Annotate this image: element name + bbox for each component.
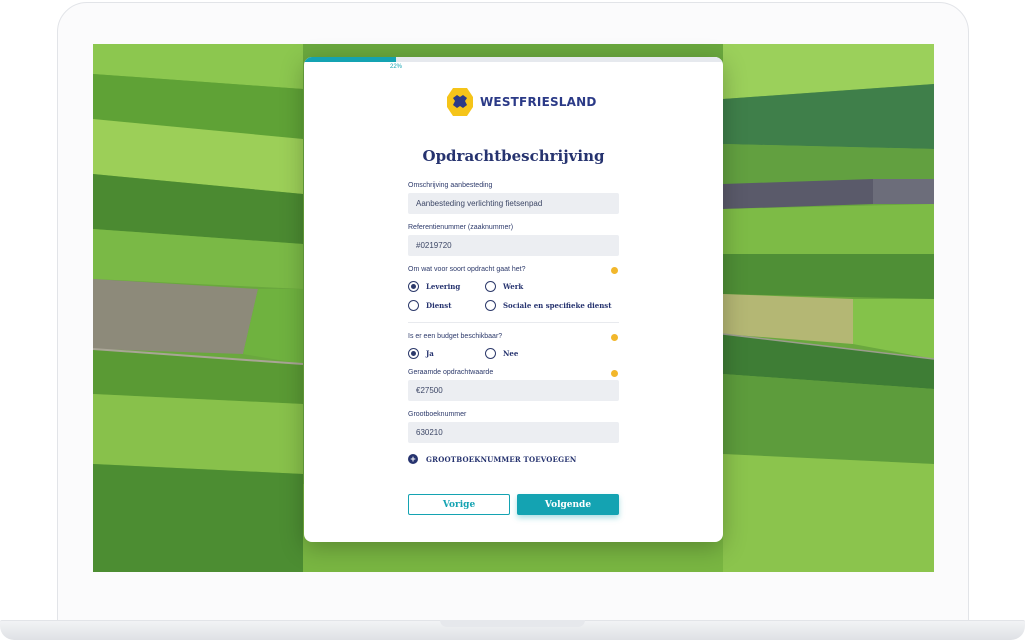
info-icon[interactable] xyxy=(611,370,618,377)
estimated-value-input[interactable] xyxy=(408,380,619,401)
radio-unchecked-icon xyxy=(485,281,496,292)
radio-ja-label: Ja xyxy=(426,349,434,358)
page-title: Opdrachtbeschrijving xyxy=(422,147,605,165)
radio-sociale-dienst-label: Sociale en specifieke dienst xyxy=(503,301,612,310)
radio-dienst-label: Dienst xyxy=(426,301,452,310)
description-label: Omschrijving aanbesteding xyxy=(408,182,493,189)
reference-input[interactable] xyxy=(408,235,619,256)
add-ledger-button[interactable]: + GROOTBOEKNUMMER TOEVOEGEN xyxy=(408,454,576,464)
radio-nee[interactable]: Nee xyxy=(485,348,518,359)
budget-question: Is er een budget beschikbaar? xyxy=(408,333,503,340)
radio-werk-label: Werk xyxy=(503,282,524,291)
radio-levering[interactable]: Levering xyxy=(408,281,460,292)
info-icon[interactable] xyxy=(611,334,618,341)
progress-bar xyxy=(304,57,723,62)
add-ledger-label: GROOTBOEKNUMMER TOEVOEGEN xyxy=(426,454,577,464)
radio-dienst[interactable]: Dienst xyxy=(408,300,451,311)
next-button[interactable]: Volgende xyxy=(517,494,619,515)
estimated-value-label: Geraamde opdrachtwaarde xyxy=(408,369,494,376)
laptop-notch xyxy=(440,620,585,627)
divider xyxy=(408,322,619,323)
radio-unchecked-icon xyxy=(485,300,496,311)
radio-unchecked-icon xyxy=(485,348,496,359)
ledger-label: Grootboeknummer xyxy=(408,411,467,418)
progress-fill xyxy=(304,57,397,62)
brand-name: WESTFRIESLAND xyxy=(480,95,597,109)
radio-unchecked-icon xyxy=(408,300,419,311)
lion-shield-icon xyxy=(447,88,473,116)
radio-levering-label: Levering xyxy=(426,282,461,291)
form-card: 22% WESTFRIESLAND Opdrachtbeschrijving O… xyxy=(304,57,723,542)
radio-checked-icon xyxy=(408,281,419,292)
previous-button[interactable]: Vorige xyxy=(408,494,510,515)
westfriesland-logo: WESTFRIESLAND xyxy=(446,87,597,117)
radio-werk[interactable]: Werk xyxy=(485,281,523,292)
radio-ja[interactable]: Ja xyxy=(408,348,434,359)
description-input[interactable] xyxy=(408,193,619,214)
ledger-input[interactable] xyxy=(408,422,619,443)
radio-nee-label: Nee xyxy=(503,349,519,358)
info-icon[interactable] xyxy=(611,267,618,274)
radio-sociale-dienst[interactable]: Sociale en specifieke dienst xyxy=(485,300,611,311)
progress-percent: 22% xyxy=(390,64,403,70)
radio-checked-icon xyxy=(408,348,419,359)
plus-circle-icon: + xyxy=(408,454,418,464)
reference-label: Referentienummer (zaaknummer) xyxy=(408,224,514,231)
assignment-type-question: Om wat voor soort opdracht gaat het? xyxy=(408,266,526,273)
